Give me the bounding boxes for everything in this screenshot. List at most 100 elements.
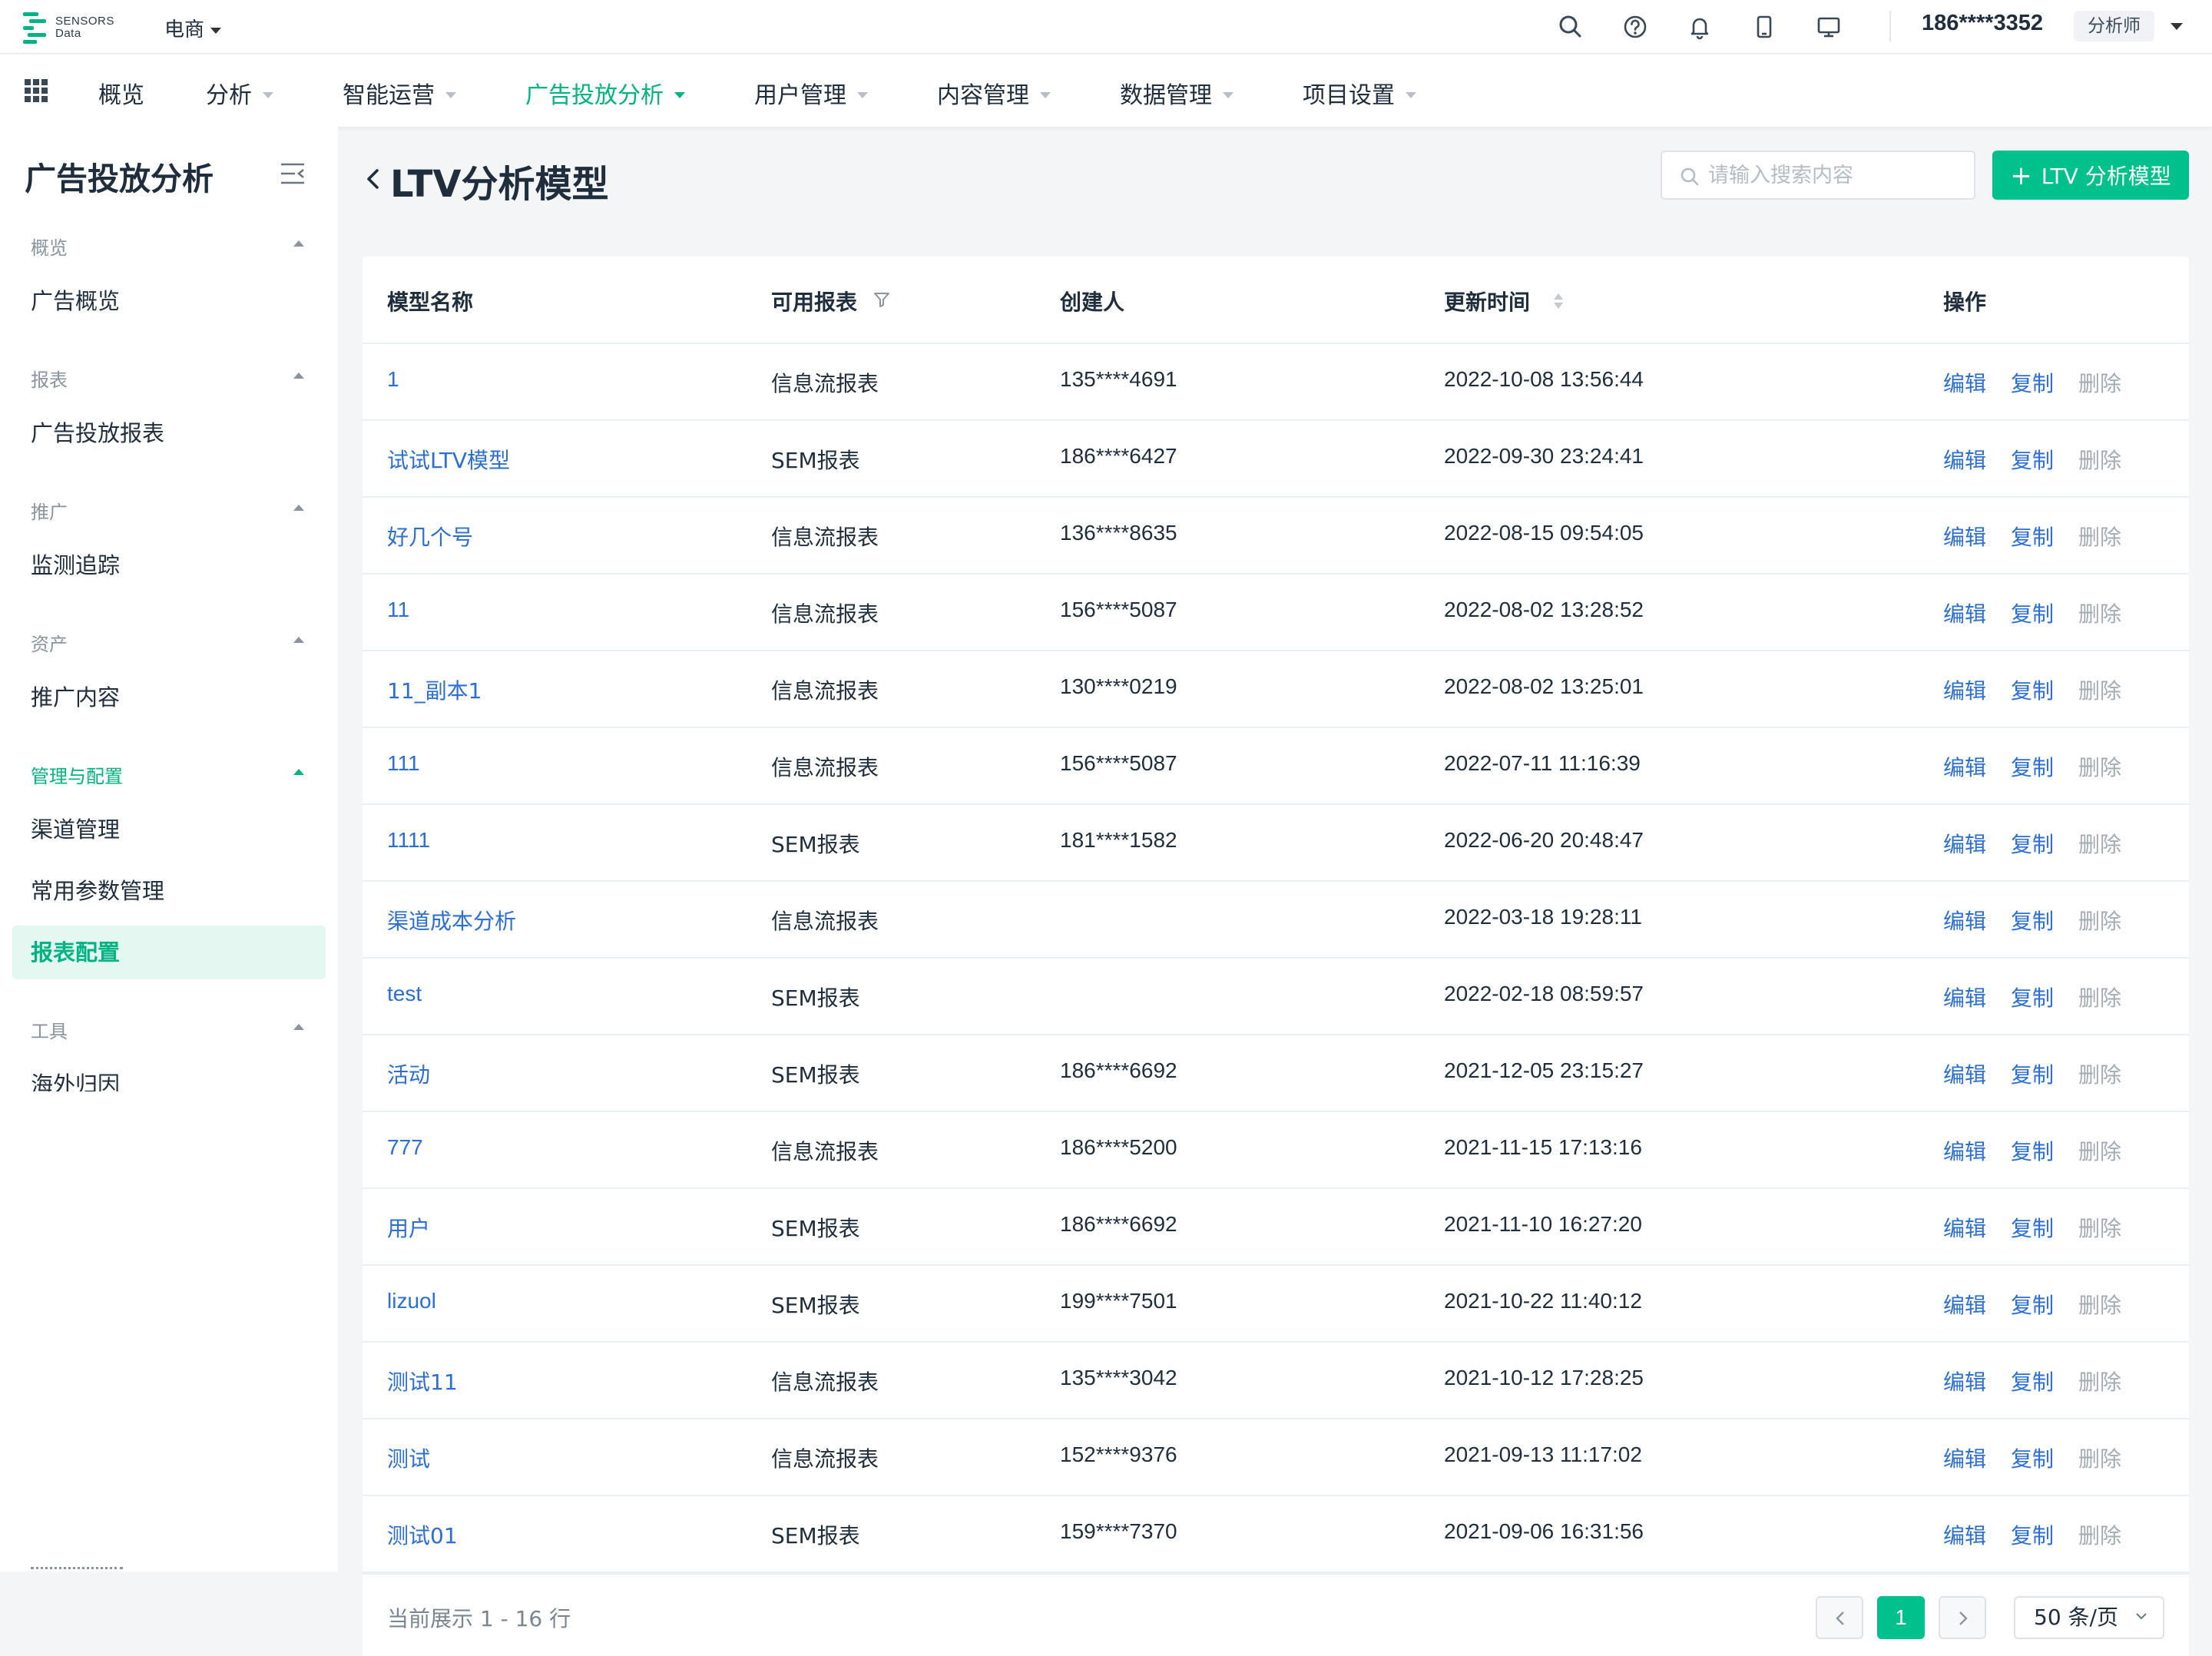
copy-button[interactable]: 复制 <box>2011 1519 2054 1550</box>
copy-button[interactable]: 复制 <box>2011 1289 2054 1320</box>
delete-button[interactable]: 删除 <box>2078 905 2121 936</box>
delete-button[interactable]: 删除 <box>2078 367 2121 398</box>
edit-button[interactable]: 编辑 <box>1943 1366 1986 1396</box>
sensors-data-logo[interactable]: SENSORS Data <box>23 11 123 45</box>
model-name-link[interactable]: 测试01 <box>387 1519 458 1550</box>
sidebar-item-channel-management[interactable]: 渠道管理 <box>12 803 326 856</box>
sidebar-item-report-config[interactable]: 报表配置 <box>12 926 326 979</box>
sidebar-group-tools[interactable]: 工具 <box>31 1016 304 1043</box>
collapse-sidebar-icon[interactable] <box>280 162 306 185</box>
add-ltv-model-button[interactable]: + LTV 分析模型 <box>1992 151 2189 200</box>
edit-button[interactable]: 编辑 <box>1943 1212 1986 1243</box>
sidebar-item-overseas-attribution[interactable]: 海外归因 <box>12 1058 326 1091</box>
model-name-link[interactable]: 活动 <box>387 1058 430 1089</box>
copy-button[interactable]: 复制 <box>2011 367 2054 398</box>
mobile-icon[interactable] <box>1750 12 1779 41</box>
nav-analysis[interactable]: 分析 <box>206 76 273 110</box>
model-name-link[interactable]: lizuol <box>387 1289 436 1313</box>
nav-project-settings[interactable]: 项目设置 <box>1303 76 1416 110</box>
delete-button[interactable]: 删除 <box>2078 521 2121 551</box>
delete-button[interactable]: 删除 <box>2078 1366 2121 1396</box>
model-name-link[interactable]: 1111 <box>387 828 430 853</box>
delete-button[interactable]: 删除 <box>2078 1058 2121 1089</box>
edit-button[interactable]: 编辑 <box>1943 367 1986 398</box>
copy-button[interactable]: 复制 <box>2011 982 2054 1012</box>
edit-button[interactable]: 编辑 <box>1943 521 1986 551</box>
help-icon[interactable] <box>1621 12 1650 41</box>
delete-button[interactable]: 删除 <box>2078 674 2121 705</box>
model-name-link[interactable]: 777 <box>387 1135 423 1160</box>
edit-button[interactable]: 编辑 <box>1943 674 1986 705</box>
model-name-link[interactable]: test <box>387 982 422 1006</box>
model-name-link[interactable]: 11 <box>387 598 409 622</box>
sidebar-group-reports[interactable]: 报表 <box>31 365 304 392</box>
copy-button[interactable]: 复制 <box>2011 751 2054 782</box>
edit-button[interactable]: 编辑 <box>1943 598 1986 628</box>
edit-button[interactable]: 编辑 <box>1943 982 1986 1012</box>
sidebar-item-tracking[interactable]: 监测追踪 <box>12 538 326 592</box>
page-number-current[interactable]: 1 <box>1877 1596 1925 1639</box>
delete-button[interactable]: 删除 <box>2078 751 2121 782</box>
next-page-button[interactable] <box>1939 1596 1986 1639</box>
monitor-icon[interactable] <box>1814 12 1843 41</box>
back-arrow-icon[interactable] <box>364 167 381 190</box>
nav-overview[interactable]: 概览 <box>98 76 144 110</box>
sidebar-item-promo-content[interactable]: 推广内容 <box>12 671 326 724</box>
model-name-link[interactable]: 1 <box>387 367 399 392</box>
model-name-link[interactable]: 测试 <box>387 1442 430 1473</box>
delete-button[interactable]: 删除 <box>2078 1289 2121 1320</box>
model-name-link[interactable]: 用户 <box>387 1212 430 1243</box>
sidebar-item-ad-report[interactable]: 广告投放报表 <box>12 406 326 460</box>
delete-button[interactable]: 删除 <box>2078 1519 2121 1550</box>
search-text-field[interactable] <box>1708 158 1962 192</box>
app-grid-icon[interactable] <box>25 79 48 102</box>
copy-button[interactable]: 复制 <box>2011 444 2054 475</box>
copy-button[interactable]: 复制 <box>2011 905 2054 936</box>
delete-button[interactable]: 删除 <box>2078 1442 2121 1473</box>
edit-button[interactable]: 编辑 <box>1943 828 1986 859</box>
edit-button[interactable]: 编辑 <box>1943 1135 1986 1166</box>
delete-button[interactable]: 删除 <box>2078 1135 2121 1166</box>
sort-icon[interactable] <box>1551 290 1565 312</box>
edit-button[interactable]: 编辑 <box>1943 1058 1986 1089</box>
copy-button[interactable]: 复制 <box>2011 1442 2054 1473</box>
nav-user-management[interactable]: 用户管理 <box>754 76 868 110</box>
model-name-link[interactable]: 试试LTV模型 <box>387 444 510 475</box>
copy-button[interactable]: 复制 <box>2011 674 2054 705</box>
project-switcher[interactable]: 电商 <box>164 14 222 42</box>
nav-content-management[interactable]: 内容管理 <box>937 76 1051 110</box>
copy-button[interactable]: 复制 <box>2011 1212 2054 1243</box>
copy-button[interactable]: 复制 <box>2011 1135 2054 1166</box>
edit-button[interactable]: 编辑 <box>1943 1289 1986 1320</box>
edit-button[interactable]: 编辑 <box>1943 1519 1986 1550</box>
delete-button[interactable]: 删除 <box>2078 1212 2121 1243</box>
delete-button[interactable]: 删除 <box>2078 444 2121 475</box>
edit-button[interactable]: 编辑 <box>1943 1442 1986 1473</box>
delete-button[interactable]: 删除 <box>2078 828 2121 859</box>
user-account[interactable]: 186****3352 <box>1922 11 2043 36</box>
copy-button[interactable]: 复制 <box>2011 521 2054 551</box>
search-icon[interactable] <box>1556 12 1585 41</box>
sidebar-group-assets[interactable]: 资产 <box>31 629 304 656</box>
model-name-link[interactable]: 11_副本1 <box>387 674 482 705</box>
search-input[interactable] <box>1661 151 1975 200</box>
filter-icon[interactable] <box>873 290 891 309</box>
bell-icon[interactable] <box>1685 12 1714 41</box>
sidebar-item-param-management[interactable]: 常用参数管理 <box>12 864 326 918</box>
edit-button[interactable]: 编辑 <box>1943 751 1986 782</box>
copy-button[interactable]: 复制 <box>2011 1366 2054 1396</box>
sidebar-group-overview[interactable]: 概览 <box>31 233 304 260</box>
sidebar-group-promotion[interactable]: 推广 <box>31 497 304 524</box>
user-menu-chevron-icon[interactable] <box>2171 23 2183 30</box>
nav-data-management[interactable]: 数据管理 <box>1120 76 1233 110</box>
copy-button[interactable]: 复制 <box>2011 1058 2054 1089</box>
model-name-link[interactable]: 测试11 <box>387 1366 458 1396</box>
model-name-link[interactable]: 111 <box>387 751 420 776</box>
prev-page-button[interactable] <box>1816 1596 1863 1639</box>
model-name-link[interactable]: 渠道成本分析 <box>387 905 516 936</box>
delete-button[interactable]: 删除 <box>2078 598 2121 628</box>
page-size-select[interactable]: 50 条/页 <box>2014 1596 2164 1639</box>
model-name-link[interactable]: 好几个号 <box>387 521 473 551</box>
edit-button[interactable]: 编辑 <box>1943 444 1986 475</box>
copy-button[interactable]: 复制 <box>2011 828 2054 859</box>
